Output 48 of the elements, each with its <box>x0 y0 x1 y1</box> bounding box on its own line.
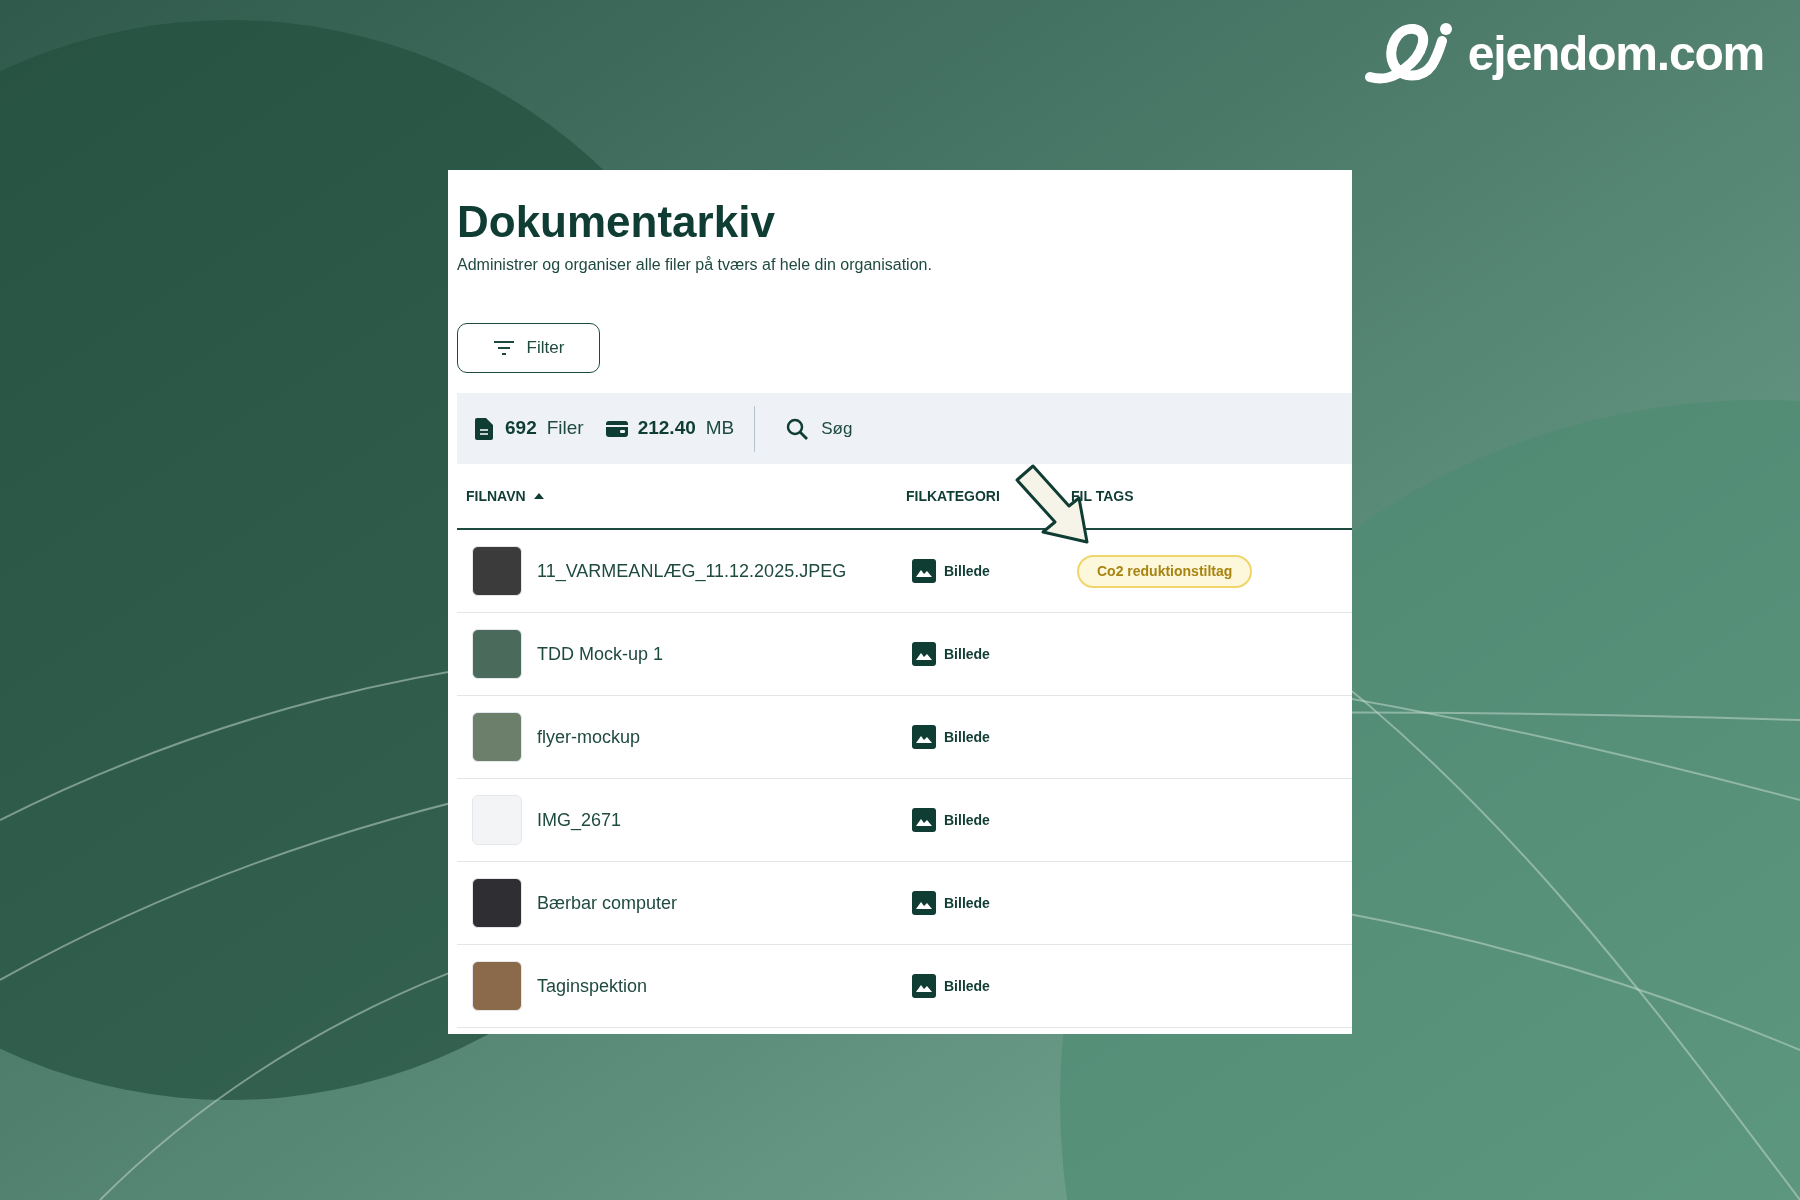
search-field[interactable]: Søg <box>821 415 1022 442</box>
page-subtitle: Administrer og organiser alle filer på tværs af hele din organisation. <box>457 255 933 275</box>
brand-name: ejendom.com <box>1467 26 1764 82</box>
page-title: Dokumentarkiv <box>457 196 776 248</box>
storage-size: 212.40 <box>637 416 696 441</box>
search-icon <box>785 416 810 441</box>
photo-placeholder <box>472 629 522 679</box>
file-row[interactable]: 11_VARMEANLÆG_11.12.2025.JPEG Billede Co2 reduktionstiltag <box>457 530 1352 613</box>
file-name: flyer-mockup <box>537 725 641 749</box>
file-name: IMG_2671 <box>537 808 622 833</box>
image-icon <box>912 891 936 915</box>
image-icon <box>912 559 936 583</box>
file-count: 692 <box>505 416 537 441</box>
image-icon <box>912 974 936 998</box>
file-row[interactable]: TDD Mock-up 1 Billede <box>457 613 1352 696</box>
file-row[interactable]: IMG_2671 Billede <box>457 779 1352 862</box>
image-icon <box>912 725 936 749</box>
file-name: Bærbar computer <box>537 891 678 915</box>
file-name: TDD Mock-up 1 <box>537 642 664 666</box>
file-category: Billede <box>944 976 990 996</box>
file-count-label: Filer <box>546 416 584 441</box>
wallet-icon <box>605 420 628 437</box>
image-icon <box>912 808 936 832</box>
file-row[interactable]: Taginspektion Billede <box>457 945 1352 1028</box>
photo-placeholder <box>472 712 522 762</box>
file-name: Taginspektion <box>537 974 648 998</box>
photo-placeholder <box>472 795 522 845</box>
column-header[interactable]: FILKATEGORI <box>906 485 1000 507</box>
file-category: Billede <box>944 893 990 913</box>
column-header[interactable]: FILNAVN <box>466 485 544 507</box>
photo-placeholder <box>472 546 522 596</box>
file-name: 11_VARMEANLÆG_11.12.2025.JPEG <box>537 559 847 584</box>
storage-unit: MB <box>705 416 735 441</box>
file-category: Billede <box>944 561 990 581</box>
file-category: Billede <box>944 810 990 830</box>
file-category: Billede <box>944 727 990 747</box>
photo-placeholder <box>472 878 522 928</box>
photo-placeholder <box>472 961 522 1011</box>
filter-icon <box>492 340 515 356</box>
column-header[interactable]: FIL TAGS <box>1071 485 1134 507</box>
file-category: Billede <box>944 644 990 664</box>
filter-button[interactable]: Filter <box>457 323 600 373</box>
document-icon <box>475 417 493 440</box>
sort-ascending-icon <box>533 493 544 499</box>
file-row[interactable]: flyer-mockup Billede <box>457 696 1352 779</box>
image-icon <box>912 642 936 666</box>
file-row[interactable]: Bærbar computer Billede <box>457 862 1352 945</box>
file-tag: Co2 reduktionstiltag <box>1077 554 1253 588</box>
